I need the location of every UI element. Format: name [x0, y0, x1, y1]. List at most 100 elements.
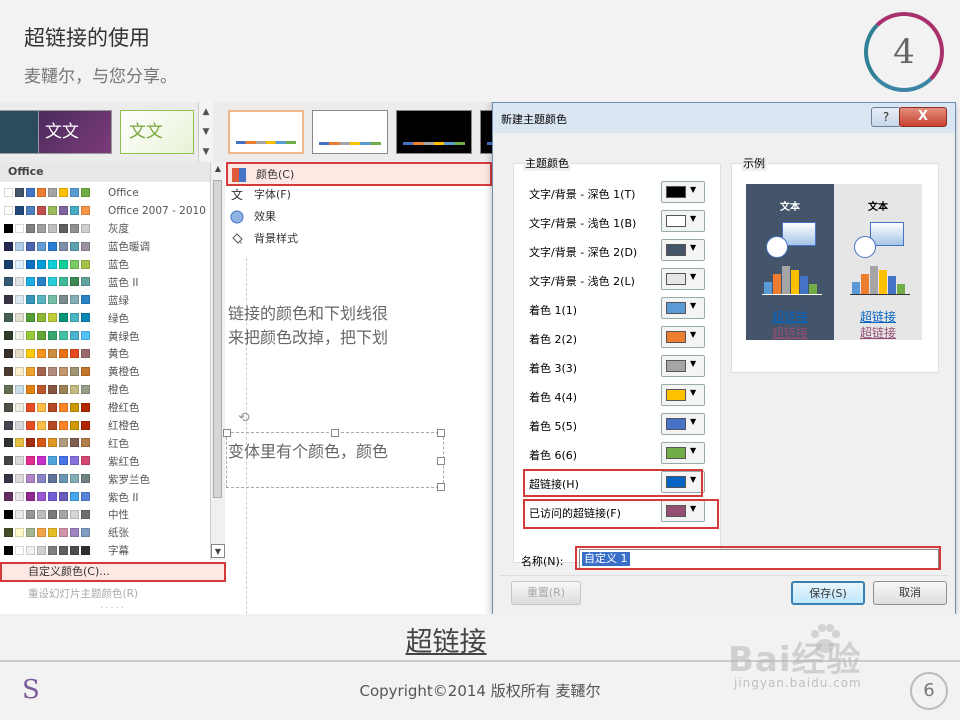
- color-swatch: [70, 205, 79, 215]
- variant-thumb[interactable]: [228, 110, 304, 154]
- color-swatch: [48, 241, 57, 251]
- chevron-up-icon[interactable]: ▲: [211, 162, 225, 176]
- color-swatch: [48, 384, 57, 394]
- scheme-item[interactable]: 红橙色: [0, 417, 210, 435]
- scheme-scrollbar[interactable]: ▲ ▼: [210, 162, 225, 560]
- scheme-item[interactable]: 黄绿色: [0, 327, 210, 345]
- resize-handle[interactable]: [223, 429, 231, 437]
- color-swatch: [15, 420, 24, 430]
- menu-item-colors[interactable]: 颜色(C): [226, 162, 492, 186]
- scheme-swatches: [4, 545, 92, 555]
- reset-colors-item[interactable]: 重设幻灯片主题颜色(R): [28, 586, 138, 601]
- scheme-item[interactable]: 纸张: [0, 524, 210, 542]
- scheme-item[interactable]: 黄色: [0, 345, 210, 363]
- scheme-item[interactable]: 蓝色: [0, 256, 210, 274]
- variant-thumb[interactable]: [312, 110, 388, 154]
- color-swatch: [59, 545, 68, 555]
- scheme-item[interactable]: 灰度: [0, 220, 210, 238]
- color-swatch: [15, 384, 24, 394]
- scheme-item[interactable]: 橙红色: [0, 399, 210, 417]
- scheme-swatches: [4, 492, 92, 502]
- menu-item-background[interactable]: 背景样式: [226, 228, 492, 250]
- color-swatch: [70, 241, 79, 251]
- resize-handle[interactable]: [437, 457, 445, 465]
- scrollbar-thumb[interactable]: [213, 180, 222, 498]
- theme-thumb[interactable]: 文文: [120, 110, 194, 154]
- color-picker-button[interactable]: ▼: [661, 442, 705, 464]
- color-picker-button[interactable]: ▼: [661, 355, 705, 377]
- color-swatch: [4, 456, 13, 466]
- color-picker-button[interactable]: ▼: [661, 384, 705, 406]
- scheme-item[interactable]: 橙色: [0, 381, 210, 399]
- color-picker-button[interactable]: ▼: [661, 181, 705, 203]
- sample-group: 文本 超链接 超链接 文本 超链接 超链接: [731, 163, 939, 373]
- scheme-item[interactable]: 字幕: [0, 542, 210, 560]
- scheme-item[interactable]: 黄橙色: [0, 363, 210, 381]
- variant-thumb[interactable]: [396, 110, 472, 154]
- scheme-item[interactable]: 中性: [0, 506, 210, 524]
- scheme-item[interactable]: 蓝色暖调: [0, 238, 210, 256]
- scheme-item[interactable]: 紫红色: [0, 452, 210, 470]
- color-picker-button[interactable]: ▼: [661, 268, 705, 290]
- theme-thumb-text: 文文: [45, 122, 79, 142]
- menu-item-fonts[interactable]: 文 字体(F): [226, 184, 492, 206]
- scheme-name: 紫红色: [108, 455, 140, 468]
- color-row: 着色 1(1) ▼: [529, 297, 719, 321]
- sample-bar: [773, 274, 781, 294]
- color-swatch: [26, 366, 35, 376]
- sample-light: 文本 超链接 超链接: [834, 184, 922, 340]
- resize-handle[interactable]: [437, 483, 445, 491]
- scheme-name: 蓝绿: [108, 294, 129, 307]
- resize-handle[interactable]: [331, 429, 339, 437]
- scheme-item[interactable]: 绿色: [0, 309, 210, 327]
- menu-resize-grip[interactable]: .....: [100, 600, 126, 611]
- color-swatch: [48, 313, 57, 323]
- color-picker-button[interactable]: ▼: [661, 239, 705, 261]
- save-button[interactable]: 保存(S): [791, 581, 865, 605]
- color-swatch: [81, 205, 90, 215]
- color-picker-button[interactable]: ▼: [661, 210, 705, 232]
- color-swatch: [81, 510, 90, 520]
- slide-canvas: 链接的颜色和下划线很 来把颜色改掉，把下划 ⟲ 变体里有个颜色，颜色: [223, 258, 492, 614]
- color-swatch: [15, 331, 24, 341]
- scheme-item[interactable]: 紫色 II: [0, 488, 210, 506]
- scheme-item[interactable]: Office 2007 - 2010: [0, 202, 210, 220]
- color-picker-button[interactable]: ▼: [661, 413, 705, 435]
- scheme-item[interactable]: 红色: [0, 434, 210, 452]
- theme-thumb[interactable]: [0, 110, 42, 154]
- gallery-scroll[interactable]: ▲ ▼ ▼: [198, 102, 213, 162]
- color-picker-button[interactable]: ▼: [661, 297, 705, 319]
- color-swatch: [37, 545, 46, 555]
- color-swatch: [37, 349, 46, 359]
- scheme-item[interactable]: 紫罗兰色: [0, 470, 210, 488]
- scheme-item[interactable]: Office: [0, 184, 210, 202]
- color-swatch: [59, 313, 68, 323]
- menu-item-label: 效果: [254, 210, 276, 223]
- color-swatch: [48, 527, 57, 537]
- chevron-down-icon[interactable]: ▼: [199, 122, 213, 142]
- reset-button[interactable]: 重置(R): [511, 581, 581, 605]
- color-swatch: [4, 313, 13, 323]
- custom-colors-item[interactable]: 自定义颜色(C)...: [0, 562, 226, 582]
- color-swatch: [81, 188, 90, 197]
- color-swatch: [15, 188, 24, 197]
- chevron-up-icon[interactable]: ▲: [199, 102, 213, 122]
- color-swatch: [70, 527, 79, 537]
- color-picker-button[interactable]: ▼: [661, 326, 705, 348]
- more-icon[interactable]: ▼: [199, 142, 213, 162]
- theme-thumb[interactable]: 文文: [38, 110, 112, 154]
- rotate-handle-icon[interactable]: ⟲: [238, 410, 250, 426]
- help-button[interactable]: ?: [871, 107, 901, 127]
- close-button[interactable]: X: [899, 107, 947, 127]
- step-badge: 4: [864, 12, 944, 92]
- color-swatch: [48, 474, 57, 484]
- cancel-button[interactable]: 取消: [873, 581, 947, 605]
- effects-icon: [230, 210, 244, 224]
- chevron-down-icon[interactable]: ▼: [211, 544, 225, 558]
- menu-item-effects[interactable]: 效果: [226, 206, 492, 228]
- scheme-swatches: [4, 474, 92, 484]
- scheme-item[interactable]: 蓝色 II: [0, 273, 210, 291]
- scheme-item[interactable]: 蓝绿: [0, 291, 210, 309]
- resize-handle[interactable]: [437, 429, 445, 437]
- scheme-name: Office 2007 - 2010: [108, 204, 206, 217]
